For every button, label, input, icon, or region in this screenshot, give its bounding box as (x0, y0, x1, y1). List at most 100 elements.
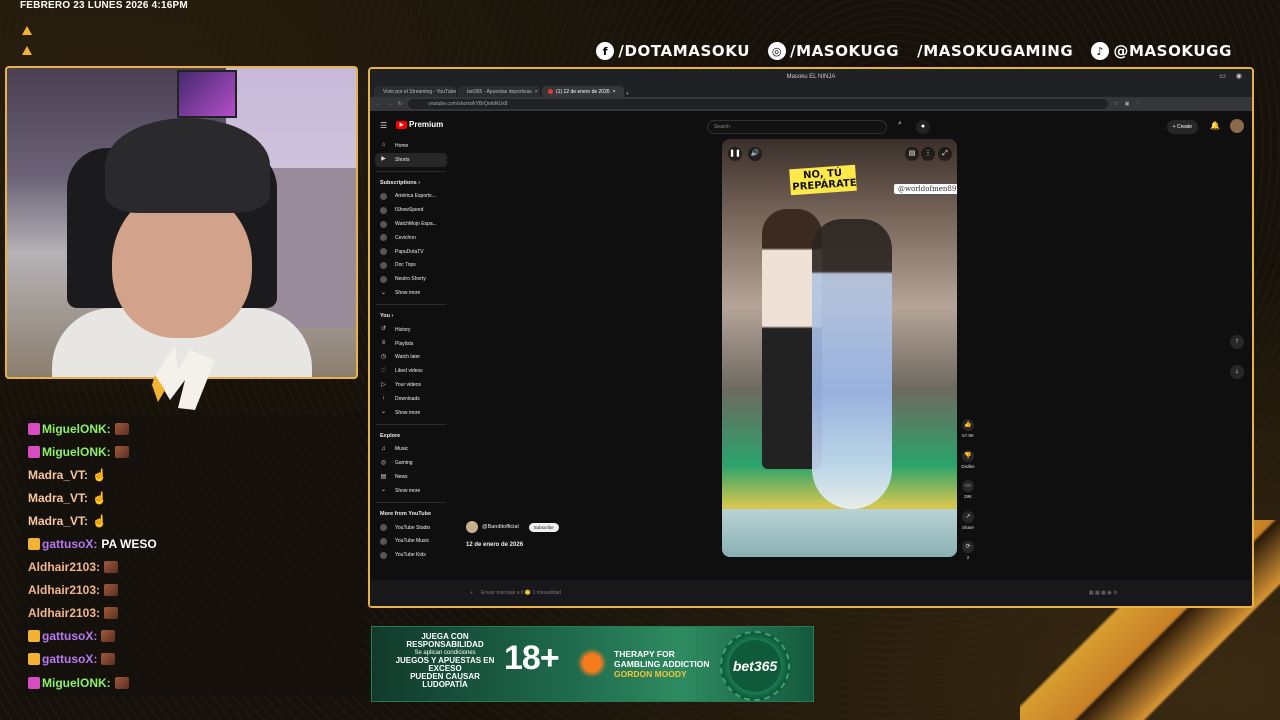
sidebar-item[interactable]: ↓ Downloads (370, 392, 452, 406)
star-icon[interactable]: ☆ (1114, 101, 1118, 107)
chat-input[interactable]: Enviar mensaje a tl 🙂 1 mesadidad (481, 590, 1081, 596)
avatar[interactable] (1230, 119, 1244, 133)
share-icon[interactable]: ↗ (962, 510, 974, 523)
sidebar-item[interactable]: ♫ Music (370, 443, 452, 457)
sidebar-item[interactable]: ≡ Playlists (370, 337, 452, 351)
tab-close-icon[interactable]: × (613, 89, 616, 95)
dislike-icon[interactable]: 👎 (962, 449, 974, 462)
chat-username[interactable]: MiguelONK: (42, 422, 111, 436)
subscription-item[interactable]: Doc Tops (370, 259, 452, 273)
subscription-item[interactable]: ⌄ Show more (370, 286, 452, 300)
subscription-item[interactable]: Neutro Shorty (370, 272, 452, 286)
sidebar-item[interactable]: ⌄ Show more (370, 484, 452, 498)
chat-username[interactable]: gattusoX: (42, 652, 97, 666)
chat-username[interactable]: Madra_VT: (28, 491, 88, 505)
more-heading: More from YouTube (380, 510, 432, 517)
chat-username[interactable]: MiguelONK: (42, 445, 111, 459)
chat-username[interactable]: Aldhair2103: (28, 560, 100, 574)
chat-username[interactable]: Madra_VT: (28, 468, 88, 482)
sidebar-item-icon: ◷ (380, 353, 387, 360)
reload-icon[interactable]: ↻ (398, 101, 402, 107)
sidebar-item[interactable]: YouTube Kids (370, 548, 452, 562)
sidebar-item-label: Cevichon (395, 234, 416, 241)
chat-username[interactable]: Aldhair2103: (28, 583, 100, 597)
toolbar-icon[interactable]: ▦ ▦ ▦ ◉ ⚙ (1089, 590, 1118, 596)
chat-username[interactable]: Aldhair2103: (28, 606, 100, 620)
subscribe-button[interactable]: Subscribe (528, 522, 559, 532)
sidebar-item[interactable]: ♡ Liked videos (370, 364, 452, 378)
short-action[interactable]: ⟳ 2 (960, 541, 976, 572)
new-tab-icon[interactable]: + (626, 91, 629, 97)
tab-label: Visto por el Streaming - YouTube (383, 88, 456, 95)
divider (376, 170, 446, 172)
short-action[interactable]: 👎 Dislike (960, 449, 976, 481)
channel-avatar[interactable] (466, 521, 478, 533)
sidebar-item[interactable]: ↺ History (370, 323, 452, 337)
subscription-item[interactable]: Cevichon (370, 231, 452, 245)
social-link[interactable]: ▶/MASOKUGAMING (596, 42, 1073, 100)
sidebar-item-icon: ♡ (380, 367, 387, 374)
volume-icon[interactable]: 🔊 (748, 147, 762, 161)
menu-dots-icon[interactable]: ⋮ (1135, 101, 1140, 107)
youtube-logo[interactable]: ▶ Premium (396, 120, 443, 129)
back-icon[interactable]: ← (376, 101, 381, 107)
short-video-player[interactable]: ❚❚ 🔊 ▤ ⋮ ⤢ NO, TÚ PREPÁRATE @worldofmen8… (722, 139, 957, 557)
remix-icon[interactable]: ⟳ (962, 541, 974, 553)
short-action[interactable]: ▭ 28K (960, 480, 976, 511)
tab-close-icon[interactable]: × (535, 89, 538, 95)
fullscreen-icon[interactable]: ⤢ (938, 147, 952, 161)
you-heading[interactable]: You › (370, 309, 452, 323)
social-link[interactable]: f/DOTAMASOKU (596, 42, 750, 60)
previous-short-icon[interactable]: ↑ (1230, 335, 1244, 349)
chat-message: MiguelONK: (28, 440, 357, 463)
captions-icon[interactable]: ▤ (905, 147, 919, 161)
create-button[interactable]: + Create (1166, 120, 1198, 134)
social-link[interactable]: ◎/MASOKUGG (767, 42, 899, 60)
browser-tab[interactable]: (1) 12 de enero de 2026 × (542, 86, 624, 97)
sidebar-item-icon: ≡ (381, 340, 386, 347)
subscription-item[interactable]: América Esports... (370, 190, 452, 204)
channel-name[interactable]: @Banditofficial (482, 524, 519, 530)
next-short-icon[interactable]: ↓ (1230, 365, 1244, 379)
like-icon[interactable]: 👍 (962, 419, 974, 431)
more-icon[interactable]: ⋮ (921, 147, 935, 161)
browser-tab[interactable]: bet365 - Apuestas deportivas × (458, 86, 540, 97)
close-icon[interactable]: ◉ (1236, 72, 1242, 80)
chat-username[interactable]: gattusoX: (42, 629, 97, 643)
cap (105, 118, 270, 213)
url-field[interactable]: youtube.com/shorts/kYBrQmbNUx8 (408, 99, 1109, 109)
social-link[interactable]: ♪ @MASOKUGG (1091, 42, 1232, 60)
hamburger-menu-icon[interactable]: ☰ (380, 121, 387, 130)
chat-username[interactable]: MiguelONK: (42, 676, 111, 690)
short-action[interactable]: ↗ Share (960, 510, 976, 542)
chat-emote-icon (104, 607, 119, 620)
mic-icon[interactable]: ● (916, 120, 930, 134)
sidebar-item[interactable]: ◎ Gaming (370, 456, 452, 470)
subscription-item[interactable]: IShowSpeed (370, 203, 452, 217)
sidebar-item-home[interactable]: ⌂ Home (370, 139, 452, 153)
pause-icon[interactable]: ❚❚ (728, 147, 742, 161)
subscription-item[interactable]: WatchMojo Espa... (370, 217, 452, 231)
sidebar-item-shorts[interactable]: ▶ Shorts (375, 152, 447, 167)
sidebar-item[interactable]: ◷ Watch later (370, 351, 452, 365)
sidebar-item[interactable]: ▤ News (370, 470, 452, 484)
browser-tab[interactable]: Visto por el Streaming - YouTube× (374, 86, 456, 97)
comment-icon[interactable]: ▭ (962, 480, 974, 492)
notifications-icon[interactable]: 🔔 (1210, 121, 1220, 130)
subscription-item[interactable]: PapuDotaTV (370, 245, 452, 259)
sidebar-item[interactable]: ▷ Your videos (370, 378, 452, 392)
sidebar-item[interactable]: ⌄ Show more (370, 406, 452, 420)
plus-icon[interactable]: + (470, 590, 473, 596)
sidebar-item-icon: ▷ (381, 381, 386, 388)
short-action[interactable]: 👍 67.8K (960, 419, 976, 450)
search-icon[interactable]: ⌕ (892, 120, 908, 134)
search-input[interactable]: Search (707, 120, 887, 134)
forward-icon[interactable]: → (387, 101, 392, 107)
sidebar-item[interactable]: YouTube Music (370, 535, 452, 549)
extensions-icon[interactable]: ▣ (1125, 101, 1130, 107)
subscriptions-heading[interactable]: Subscriptions › (370, 176, 452, 190)
minimize-icon[interactable]: ▭ (1219, 72, 1226, 80)
chat-username[interactable]: Madra_VT: (28, 514, 88, 528)
sidebar-item[interactable]: YouTube Studio (370, 521, 452, 535)
chat-username[interactable]: gattusoX: (42, 537, 97, 551)
